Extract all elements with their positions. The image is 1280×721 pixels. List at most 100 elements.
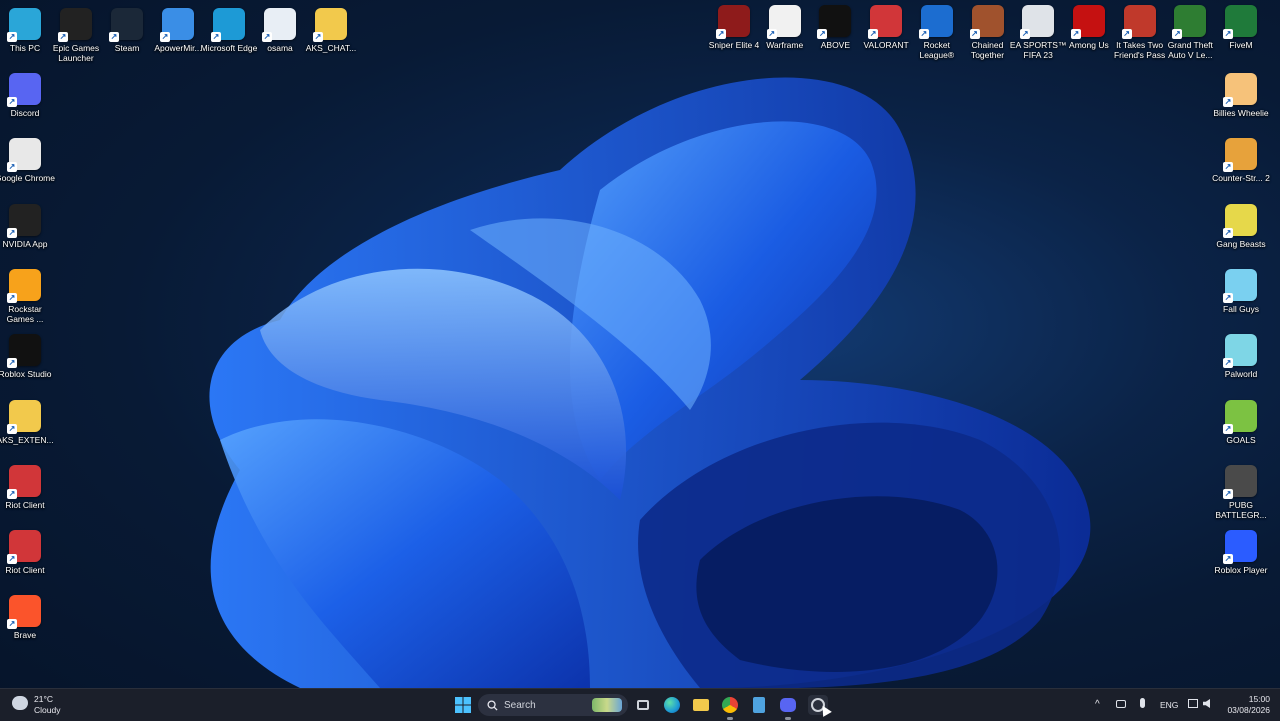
desktop-icon-chrome[interactable]: ↗ Google Chrome [0, 138, 56, 183]
windows-logo-icon [455, 697, 471, 713]
weather-condition: Cloudy [34, 705, 61, 715]
display-icon[interactable] [1188, 699, 1198, 708]
desktop-icon-fivem[interactable]: ↗ FiveM [1210, 5, 1272, 50]
shortcut-arrow-icon: ↗ [109, 32, 119, 42]
desktop-icon-label: Google Chrome [0, 173, 55, 184]
desktop-icon-label: Rockstar Games ... [6, 303, 44, 324]
taskbar-edge[interactable] [662, 695, 682, 715]
shortcut-arrow-icon: ↗ [7, 227, 17, 238]
shortcut-arrow-icon: ↗ [211, 32, 221, 42]
desktop-icon-riot[interactable]: ↗ Riot Client [0, 464, 56, 510]
search-icon [487, 699, 498, 711]
taskbar: 21°C Cloudy Search ^ ENG 15:00 03/08/202… [0, 688, 1280, 721]
roblox-player-icon: ↗ [1223, 530, 1257, 565]
gang-beasts-icon: ↗ [1223, 203, 1257, 238]
taskbar-notepad[interactable] [749, 695, 769, 715]
desktop-icon-label: Palworld [1224, 369, 1258, 380]
taskbar-discord[interactable] [778, 695, 798, 720]
desktop-icon-label: Brave [13, 630, 37, 641]
desktop-icon-label: Fall Guys [1223, 303, 1259, 314]
billies-wheelie-icon: ↗ [1223, 73, 1257, 107]
shortcut-arrow-icon: ↗ [7, 97, 17, 107]
shortcut-arrow-icon: ↗ [1070, 29, 1081, 39]
desktop-icon-gang-beasts[interactable]: ↗ Gang Beasts [1210, 203, 1272, 249]
weather-icon [12, 696, 28, 710]
fivem-icon: ↗ [1223, 5, 1257, 39]
show-hidden-icons-button[interactable]: ^ [1095, 699, 1100, 710]
desktop-icon-label: GOALS [1226, 434, 1256, 445]
start-button[interactable] [453, 695, 473, 715]
desktop-icon-folder[interactable]: ↗ AKS_CHAT... [300, 8, 362, 53]
desktop-icon-goals[interactable]: ↗ GOALS [1210, 399, 1272, 445]
apowermirror-icon: ↗ [160, 8, 194, 42]
chained-together-icon: ↗ [969, 5, 1004, 39]
shortcut-arrow-icon: ↗ [918, 29, 929, 39]
desktop-icon-rockstar[interactable]: ↗ Rockstar Games ... [0, 268, 56, 324]
volume-icon[interactable] [1203, 699, 1210, 708]
task-view-button[interactable] [633, 695, 653, 715]
weather-widget[interactable]: 21°C Cloudy [10, 693, 80, 717]
roblox-studio-icon: ↗ [7, 334, 41, 369]
desktop-icon-palworld[interactable]: ↗ Palworld [1210, 334, 1272, 379]
desktop-icon-label: AKS_EXTEN... [0, 434, 54, 445]
network-icon[interactable] [1116, 700, 1126, 708]
desktop-icon-billies-wheelie[interactable]: ↗ Billies Wheelie [1210, 73, 1272, 118]
search-highlight-icon [592, 698, 622, 712]
shortcut-arrow-icon: ↗ [766, 29, 777, 39]
shortcut-arrow-icon: ↗ [1223, 292, 1233, 303]
desktop-icon-brave[interactable]: ↗ Brave [0, 595, 56, 640]
microphone-icon[interactable] [1140, 698, 1145, 708]
shortcut-arrow-icon: ↗ [313, 32, 323, 42]
rocket-league-icon: ↗ [918, 5, 953, 39]
desktop-icon-roblox-player[interactable]: ↗ Roblox Player [1210, 530, 1272, 575]
taskbar-app-active[interactable] [808, 695, 832, 717]
desktop-icon-label: Roblox Player [1214, 565, 1268, 576]
desktop-icon-roblox-studio[interactable]: ↗ Roblox Studio [0, 334, 56, 379]
document-icon: ↗ [262, 8, 296, 42]
riot-icon: ↗ [7, 464, 41, 499]
shortcut-arrow-icon: ↗ [1223, 554, 1233, 565]
language-indicator[interactable]: ENG [1160, 700, 1178, 710]
shortcut-arrow-icon: ↗ [7, 358, 17, 369]
desktop-icon-label: NVIDIA App [2, 238, 48, 249]
it-takes-two-icon: ↗ [1121, 5, 1156, 39]
shortcut-arrow-icon: ↗ [1223, 358, 1233, 369]
shortcut-arrow-icon: ↗ [262, 32, 272, 42]
task-view-icon [637, 700, 649, 710]
search-placeholder: Search [504, 699, 536, 711]
desktop-icon-label: Billies Wheelie [1213, 108, 1269, 118]
shortcut-arrow-icon: ↗ [1223, 423, 1233, 434]
taskbar-chrome[interactable] [720, 695, 740, 720]
clock[interactable]: 15:00 03/08/2026 [1222, 693, 1274, 717]
desktop-icon-label: Riot Client [5, 565, 45, 576]
shortcut-arrow-icon: ↗ [1172, 29, 1183, 39]
rockstar-icon: ↗ [7, 268, 41, 303]
palworld-icon: ↗ [1223, 334, 1257, 369]
steam-icon: ↗ [109, 8, 143, 42]
counter-strike-icon: ↗ [1223, 138, 1257, 173]
desktop-icon-pubg[interactable]: ↗ PUBG BATTLEGR... [1210, 464, 1272, 520]
desktop-icon-discord[interactable]: ↗ Discord [0, 73, 56, 118]
shortcut-arrow-icon: ↗ [1223, 488, 1233, 499]
shortcut-arrow-icon: ↗ [1223, 97, 1233, 107]
desktop-icon-label: Counter-Str... 2 [1212, 173, 1270, 184]
desktop-icon-riot[interactable]: ↗ Riot Client [0, 530, 56, 575]
desktop-icon-label: PUBG BATTLEGR... [1215, 499, 1267, 520]
desktop-icon-counter-strike[interactable]: ↗ Counter-Str... 2 [1210, 138, 1272, 183]
folder-icon [693, 699, 709, 711]
notepad-icon [753, 697, 765, 713]
clock-date: 03/08/2026 [1227, 705, 1270, 715]
among-us-icon: ↗ [1070, 5, 1105, 39]
desktop-icon-nvidia[interactable]: ↗ NVIDIA App [0, 203, 56, 249]
shortcut-arrow-icon: ↗ [7, 619, 17, 630]
search-input[interactable]: Search [478, 694, 628, 716]
shortcut-arrow-icon: ↗ [969, 29, 980, 39]
chrome-icon [722, 697, 738, 713]
desktop-icon-fall-guys[interactable]: ↗ Fall Guys [1210, 268, 1272, 314]
nvidia-icon: ↗ [7, 203, 41, 238]
shortcut-arrow-icon: ↗ [7, 162, 17, 173]
taskbar-file-explorer[interactable] [691, 695, 711, 715]
desktop-icon-folder[interactable]: ↗ AKS_EXTEN... [0, 399, 56, 445]
shortcut-arrow-icon: ↗ [817, 29, 828, 39]
monitor-icon: ↗ [7, 8, 41, 42]
